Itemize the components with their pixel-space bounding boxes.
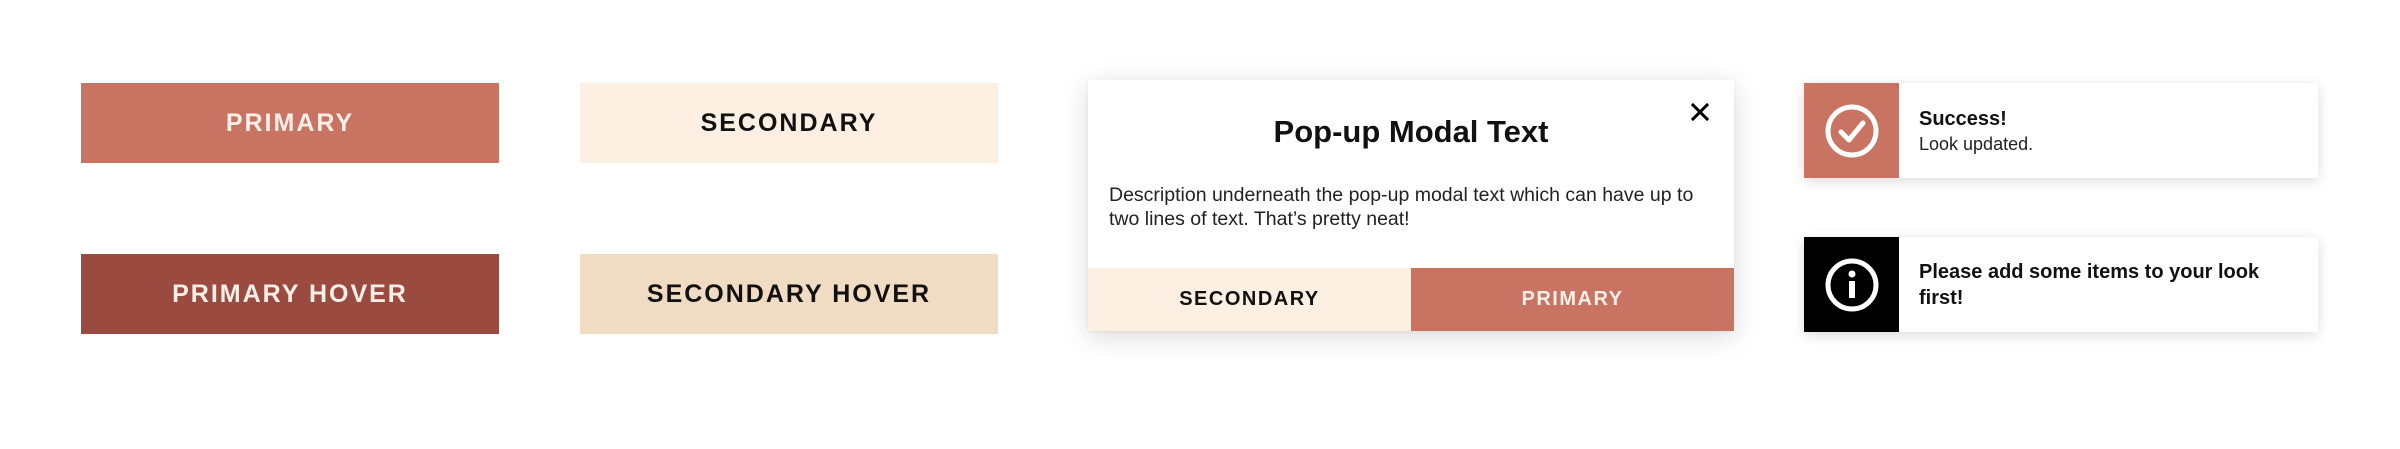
- info-circle-icon: [1804, 237, 1899, 332]
- modal-title: Pop-up Modal Text: [1273, 114, 1549, 149]
- modal-secondary-button[interactable]: SECONDARY: [1088, 268, 1411, 331]
- check-circle-icon: [1804, 83, 1899, 178]
- secondary-hover-button[interactable]: SECONDARY HOVER: [580, 254, 998, 334]
- primary-button[interactable]: PRIMARY: [81, 83, 499, 163]
- primary-hover-button[interactable]: PRIMARY HOVER: [81, 254, 499, 334]
- secondary-button[interactable]: SECONDARY: [580, 83, 998, 163]
- popup-modal: Pop-up Modal Text Description underneath…: [1088, 80, 1734, 331]
- toast-title: Please add some items to your look first…: [1919, 260, 2260, 309]
- success-toast: Success! Look updated.: [1804, 83, 2318, 178]
- modal-description: Description underneath the pop-up modal …: [1109, 184, 1694, 230]
- info-toast: Please add some items to your look first…: [1804, 237, 2318, 332]
- toast-title: Success!: [1919, 107, 2007, 130]
- modal-actions: SECONDARY PRIMARY: [1088, 268, 1734, 331]
- modal-primary-button[interactable]: PRIMARY: [1411, 268, 1734, 331]
- style-guide-canvas: PRIMARY SECONDARY PRIMARY HOVER SECONDAR…: [0, 0, 2400, 449]
- toast-message: Look updated.: [1919, 133, 2034, 154]
